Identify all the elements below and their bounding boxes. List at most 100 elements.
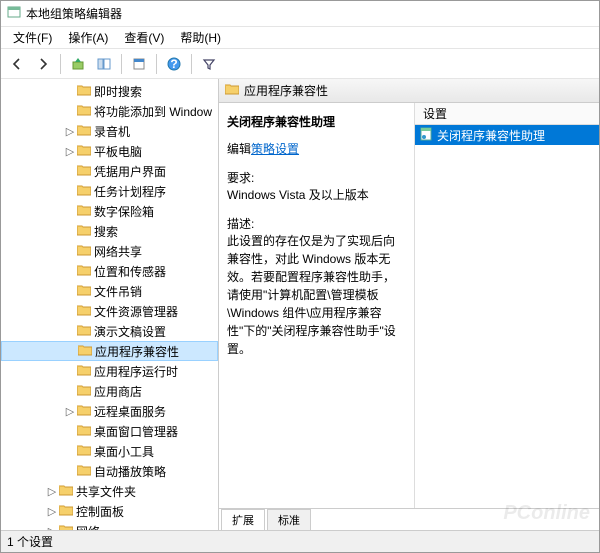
tree-item[interactable]: 应用程序兼容性 [1, 341, 218, 361]
tree-item-label: 平板电脑 [94, 143, 142, 160]
list-item[interactable]: 关闭程序兼容性助理 [415, 125, 599, 145]
tree-item-label: 录音机 [94, 123, 130, 140]
folder-icon [225, 83, 239, 98]
tree-item-label: 数字保险箱 [94, 203, 154, 220]
tree-item-label: 自动播放策略 [94, 463, 166, 480]
tree-item[interactable]: 位置和传感器 [1, 261, 218, 281]
folder-icon [77, 264, 91, 279]
right-header: 应用程序兼容性 [219, 79, 599, 103]
tree-item-label: 控制面板 [76, 503, 124, 520]
folder-icon [77, 364, 91, 379]
right-header-title: 应用程序兼容性 [244, 82, 328, 99]
tree-pane[interactable]: 即时搜索将功能添加到 Window ▷ 录音机 ▷ 平板电脑凭据用户界面任务计划程序数字… [1, 79, 219, 530]
tree-item[interactable]: 自动播放策略 [1, 461, 218, 481]
tree-item-label: 桌面窗口管理器 [94, 423, 178, 440]
filter-button[interactable] [197, 52, 221, 76]
expander-icon[interactable]: ▷ [45, 485, 59, 498]
folder-icon [77, 184, 91, 199]
forward-button[interactable] [31, 52, 55, 76]
menubar: 文件(F) 操作(A) 查看(V) 帮助(H) [1, 27, 599, 49]
toolbar: ? [1, 49, 599, 79]
tree-item-label: 即时搜索 [94, 83, 142, 100]
detail-pane: 关闭程序兼容性助理 编辑策略设置 要求: Windows Vista 及以上版本… [219, 103, 415, 508]
tree-item[interactable]: 网络共享 [1, 241, 218, 261]
tree-item[interactable]: 桌面小工具 [1, 441, 218, 461]
tree-item[interactable]: ▷网络 [1, 521, 218, 530]
folder-icon [77, 464, 91, 479]
detail-desc-text: 此设置的存在仅是为了实现后向兼容性，对此 Windows 版本无效。若要配置程序… [227, 232, 406, 358]
help-button[interactable]: ? [162, 52, 186, 76]
folder-icon [77, 144, 91, 159]
tree-item[interactable]: 应用程序运行时 [1, 361, 218, 381]
back-button[interactable] [5, 52, 29, 76]
up-button[interactable] [66, 52, 90, 76]
folder-icon [77, 404, 91, 419]
folder-icon [77, 104, 91, 119]
app-icon [7, 5, 21, 22]
edit-policy-link[interactable]: 策略设置 [251, 142, 299, 156]
folder-icon [59, 504, 73, 519]
detail-desc: 描述: 此设置的存在仅是为了实现后向兼容性，对此 Windows 版本无效。若要… [227, 215, 406, 358]
detail-edit-prefix: 编辑 [227, 142, 251, 156]
detail-desc-label: 描述: [227, 215, 406, 232]
tree-item[interactable]: 凭据用户界面 [1, 161, 218, 181]
tree-item[interactable]: 演示文稿设置 [1, 321, 218, 341]
tree-item[interactable]: ▷ 平板电脑 [1, 141, 218, 161]
tree-item[interactable]: 搜索 [1, 221, 218, 241]
tree-item[interactable]: 文件资源管理器 [1, 301, 218, 321]
tree-item-label: 任务计划程序 [94, 183, 166, 200]
separator [156, 54, 157, 74]
tab-ext[interactable]: 扩展 [221, 509, 265, 530]
statusbar: 1 个设置 [1, 530, 599, 552]
tree-item-label: 网络 [76, 523, 100, 531]
properties-button[interactable] [127, 52, 151, 76]
menu-help[interactable]: 帮助(H) [172, 27, 229, 48]
tree-item-label: 网络共享 [94, 243, 142, 260]
show-hide-button[interactable] [92, 52, 116, 76]
expander-icon[interactable]: ▷ [45, 505, 59, 518]
detail-req-label: 要求: [227, 169, 406, 186]
tree-item-label: 应用程序兼容性 [95, 343, 179, 360]
detail-edit-row: 编辑策略设置 [227, 140, 406, 157]
folder-icon [77, 424, 91, 439]
tree-item[interactable]: 应用商店 [1, 381, 218, 401]
list-rows: 关闭程序兼容性助理 [415, 125, 599, 145]
tree-item[interactable]: 将功能添加到 Window [1, 101, 218, 121]
folder-icon [77, 244, 91, 259]
expander-icon[interactable]: ▷ [63, 405, 77, 418]
folder-icon [77, 124, 91, 139]
menu-view[interactable]: 查看(V) [116, 27, 172, 48]
tree-item-label: 凭据用户界面 [94, 163, 166, 180]
status-text: 1 个设置 [7, 533, 53, 550]
list-pane: 设置 关闭程序兼容性助理 [415, 103, 599, 508]
folder-icon [77, 164, 91, 179]
folder-icon [77, 84, 91, 99]
tree-item[interactable]: 数字保险箱 [1, 201, 218, 221]
expander-icon[interactable]: ▷ [63, 145, 77, 158]
folder-icon [59, 484, 73, 499]
tree-item[interactable]: 桌面窗口管理器 [1, 421, 218, 441]
tab-std[interactable]: 标准 [267, 509, 311, 530]
detail-req: 要求: Windows Vista 及以上版本 [227, 169, 406, 203]
svg-text:?: ? [170, 57, 177, 71]
tree-item[interactable]: 任务计划程序 [1, 181, 218, 201]
tree-item[interactable]: ▷ 录音机 [1, 121, 218, 141]
folder-icon [77, 304, 91, 319]
expander-icon[interactable]: ▷ [63, 125, 77, 138]
tree-item[interactable]: 即时搜索 [1, 81, 218, 101]
folder-icon [77, 384, 91, 399]
tree-item-label: 文件资源管理器 [94, 303, 178, 320]
tree-item-label: 桌面小工具 [94, 443, 154, 460]
tree-item[interactable]: ▷远程桌面服务 [1, 401, 218, 421]
folder-icon [77, 284, 91, 299]
tree-item[interactable]: ▷共享文件夹 [1, 481, 218, 501]
tree-item[interactable]: ▷ 控制面板 [1, 501, 218, 521]
window-title: 本地组策略编辑器 [26, 5, 122, 22]
separator [191, 54, 192, 74]
folder-icon [77, 224, 91, 239]
list-column-header[interactable]: 设置 [415, 103, 599, 125]
tree-item-label: 文件吊销 [94, 283, 142, 300]
menu-file[interactable]: 文件(F) [5, 27, 60, 48]
tree-item[interactable]: 文件吊销 [1, 281, 218, 301]
menu-action[interactable]: 操作(A) [60, 27, 116, 48]
